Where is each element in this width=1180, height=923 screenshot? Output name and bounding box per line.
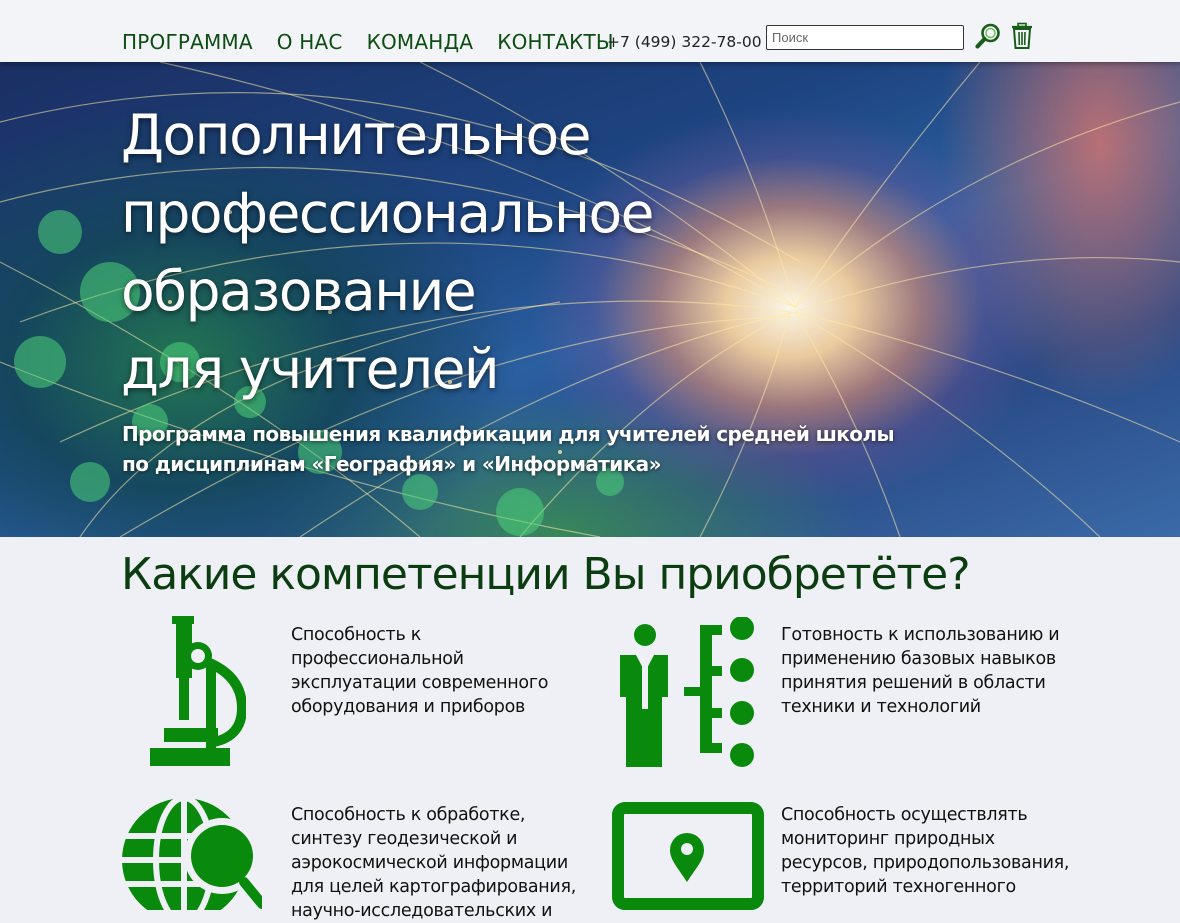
search-input[interactable]	[766, 25, 964, 50]
monitor-location-icon	[612, 802, 764, 914]
hero-title-line: образование	[121, 252, 653, 330]
nav-item-program[interactable]: ПРОГРАММА	[122, 30, 253, 54]
hero-title-line: для учителей	[121, 330, 653, 408]
competency-text: Готовность к использованию и применению …	[781, 623, 1071, 719]
main-nav: ПРОГРАММА О НАС КОМАНДА КОНТАКТЫ	[122, 30, 638, 54]
hero-title-line: профессиональное	[121, 174, 653, 252]
nav-item-team[interactable]: КОМАНДА	[367, 30, 474, 54]
nav-item-contacts[interactable]: КОНТАКТЫ	[497, 30, 614, 54]
decision-tree-icon	[618, 617, 758, 773]
hero-subtitle-line: Программа повышения квалификации для учи…	[122, 419, 894, 449]
globe-search-icon	[122, 796, 262, 914]
hero-banner: Дополнительное профессиональное образова…	[0, 62, 1180, 537]
competency-text: Способность осуществлять мониторинг прир…	[781, 803, 1071, 899]
competency-text: Способность к профессиональной эксплуата…	[291, 623, 581, 719]
microscope-icon	[146, 616, 246, 772]
top-navigation-bar: ПРОГРАММА О НАС КОМАНДА КОНТАКТЫ +7 (499…	[0, 0, 1180, 62]
trash-icon[interactable]	[1010, 22, 1034, 50]
competencies-title: Какие компетенции Вы приобретёте?	[121, 549, 970, 600]
hero-subtitle: Программа повышения квалификации для учи…	[122, 419, 894, 479]
hero-title-line: Дополнительное	[121, 96, 653, 174]
competency-text: Способность к обработке, синтезу геодези…	[291, 803, 581, 923]
magnifier-icon[interactable]	[974, 22, 1002, 50]
hero-subtitle-line: по дисциплинам «География» и «Информатик…	[122, 449, 894, 479]
hero-title: Дополнительное профессиональное образова…	[121, 96, 653, 408]
phone-number[interactable]: +7 (499) 322-78-00	[607, 33, 762, 51]
nav-item-about[interactable]: О НАС	[277, 30, 343, 54]
